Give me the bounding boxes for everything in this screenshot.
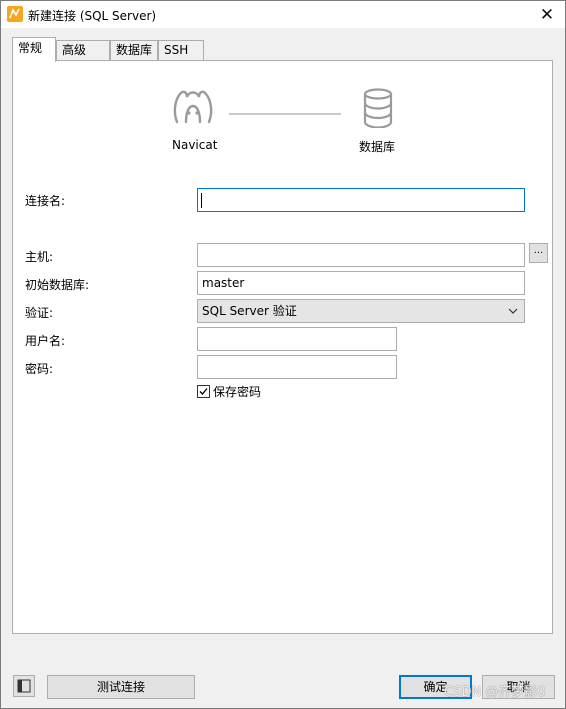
chevron-down-icon — [506, 302, 520, 320]
username-label: 用户名: — [25, 334, 66, 348]
tab-label: 数据库 — [116, 43, 153, 57]
password-label: 密码: — [25, 362, 54, 376]
host-browse-button[interactable]: ... — [529, 243, 548, 263]
tab-label: 常规 — [18, 41, 43, 55]
tab-general[interactable]: 常规 — [12, 37, 56, 62]
save-password-checkbox[interactable] — [197, 385, 210, 398]
tab-ssh[interactable]: SSH — [158, 40, 204, 60]
host-label: 主机: — [25, 250, 54, 264]
navicat-seal-icon — [171, 86, 215, 129]
initial-database-label: 初始数据库: — [25, 278, 90, 292]
password-input[interactable] — [197, 355, 397, 379]
database-icon — [362, 88, 394, 131]
tab-label: SSH — [164, 43, 189, 57]
initial-database-input[interactable]: master — [197, 271, 525, 295]
database-label: 数据库 — [359, 140, 396, 154]
auth-value: SQL Server 验证 — [202, 304, 297, 318]
auth-label: 验证: — [25, 306, 54, 320]
auth-select[interactable]: SQL Server 验证 — [197, 299, 525, 323]
watermark: CSDN @齐梦影0 — [444, 685, 546, 700]
host-input[interactable] — [197, 243, 525, 267]
connection-dialog: 新建连接 (SQL Server) ✕ 常规 高级 数据库 SSH Navica… — [0, 0, 566, 709]
navicat-label: Navicat — [172, 138, 218, 152]
general-panel: Navicat 数据库 连接名: 主机: ... 初始数据库: master 验… — [12, 60, 553, 634]
test-connection-button[interactable]: 测试连接 — [47, 675, 195, 699]
username-input[interactable] — [197, 327, 397, 351]
connection-name-input[interactable] — [197, 188, 525, 212]
connection-line — [229, 113, 341, 115]
checkmark-icon — [199, 388, 208, 395]
navicat-app-icon — [7, 6, 23, 22]
connection-name-label: 连接名: — [25, 194, 66, 208]
tab-advanced[interactable]: 高级 — [56, 40, 110, 60]
text-caret — [201, 193, 202, 208]
tab-database[interactable]: 数据库 — [110, 40, 158, 60]
sidebar-panel-icon — [17, 679, 31, 693]
panel-toggle-button[interactable] — [13, 675, 35, 697]
tab-label: 高级 — [62, 43, 87, 57]
close-button[interactable]: ✕ — [537, 5, 557, 25]
initial-database-value: master — [202, 276, 245, 290]
save-password-label[interactable]: 保存密码 — [213, 383, 261, 400]
title-bar: 新建连接 (SQL Server) ✕ — [1, 1, 565, 28]
window-title: 新建连接 (SQL Server) — [28, 9, 157, 23]
